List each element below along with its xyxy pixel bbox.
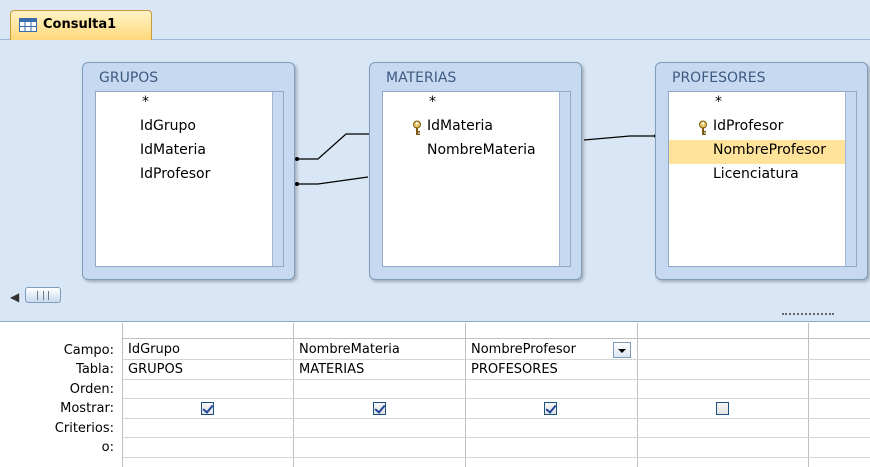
tabla-cell[interactable]: PROFESORES bbox=[466, 360, 636, 380]
row-label-tabla: Tabla: bbox=[76, 362, 114, 377]
scroll-left-icon[interactable]: ◀ bbox=[10, 290, 19, 304]
tabla-cell[interactable]: GRUPOS bbox=[123, 360, 293, 380]
query-icon bbox=[19, 18, 37, 32]
field-list: * IdMateria NombreMateria bbox=[382, 91, 571, 267]
row-label-campo: Campo: bbox=[63, 343, 114, 358]
field-list-scrollbar[interactable] bbox=[272, 92, 283, 266]
tab-label: Consulta1 bbox=[43, 17, 117, 32]
join-line-materias-profesores bbox=[583, 135, 656, 141]
field-idgrupo[interactable]: IdGrupo bbox=[96, 116, 272, 140]
tabla-cell[interactable]: MATERIAS bbox=[294, 360, 464, 380]
field-idmateria[interactable]: IdMateria bbox=[383, 116, 559, 140]
column-selector-bar[interactable] bbox=[122, 323, 870, 339]
mostrar-checkbox[interactable] bbox=[201, 402, 214, 415]
table-profesores[interactable]: PROFESORES * IdProfesor NombreProfesor L… bbox=[655, 62, 868, 280]
design-hscrollbar[interactable]: ◀ bbox=[0, 284, 870, 308]
table-materias[interactable]: MATERIAS * IdMateria NombreMateria bbox=[369, 62, 582, 280]
campo-cell[interactable]: NombreMateria bbox=[294, 340, 464, 360]
field-list-scrollbar[interactable] bbox=[845, 92, 856, 266]
field-all[interactable]: * bbox=[669, 92, 845, 116]
table-title: GRUPOS bbox=[99, 70, 159, 86]
table-grupos[interactable]: GRUPOS * IdGrupo IdMateria IdProfesor bbox=[82, 62, 295, 280]
field-idprofesor[interactable]: IdProfesor bbox=[669, 116, 845, 140]
tab-strip: Consulta1 bbox=[0, 0, 870, 40]
field-label: IdMateria bbox=[427, 118, 494, 134]
row-label-o: o: bbox=[101, 440, 114, 455]
field-list-scrollbar[interactable] bbox=[559, 92, 570, 266]
pane-splitter[interactable] bbox=[0, 308, 870, 322]
field-list: * IdGrupo IdMateria IdProfesor bbox=[95, 91, 284, 267]
join-line-materia bbox=[297, 133, 371, 160]
primary-key-icon bbox=[413, 120, 421, 135]
tabla-cell[interactable] bbox=[638, 360, 808, 380]
table-title: PROFESORES bbox=[672, 70, 766, 86]
mostrar-checkbox[interactable] bbox=[716, 402, 729, 415]
query-design-area: GRUPOS * IdGrupo IdMateria IdProfesor MA… bbox=[0, 40, 870, 284]
field-nombreprofesor[interactable]: NombreProfesor bbox=[669, 140, 845, 164]
field-list: * IdProfesor NombreProfesor Licenciatura bbox=[668, 91, 857, 267]
row-label-orden: Orden: bbox=[69, 382, 114, 397]
mostrar-checkbox[interactable] bbox=[544, 402, 557, 415]
field-licenciatura[interactable]: Licenciatura bbox=[669, 164, 845, 188]
row-label-criterios: Criterios: bbox=[54, 421, 114, 436]
field-idmateria[interactable]: IdMateria bbox=[96, 140, 272, 164]
mostrar-checkbox[interactable] bbox=[373, 402, 386, 415]
campo-cell[interactable]: NombreProfesor bbox=[466, 340, 606, 360]
row-label-mostrar: Mostrar: bbox=[60, 401, 114, 416]
join-line-profesor bbox=[297, 176, 369, 185]
primary-key-icon bbox=[699, 120, 707, 135]
field-idprofesor[interactable]: IdProfesor bbox=[96, 164, 272, 188]
splitter-grip-icon[interactable] bbox=[782, 313, 834, 317]
campo-dropdown-button[interactable] bbox=[613, 342, 631, 358]
field-all[interactable]: * bbox=[96, 92, 272, 116]
campo-cell[interactable] bbox=[638, 340, 808, 360]
field-all[interactable]: * bbox=[383, 92, 559, 116]
table-title: MATERIAS bbox=[386, 70, 457, 86]
scroll-thumb[interactable] bbox=[25, 287, 61, 303]
tab-consulta1[interactable]: Consulta1 bbox=[10, 10, 152, 40]
campo-cell[interactable]: IdGrupo bbox=[123, 340, 293, 360]
field-nombremateria[interactable]: NombreMateria bbox=[383, 140, 559, 164]
field-label: IdProfesor bbox=[713, 118, 784, 134]
query-grid: Campo: Tabla: Orden: Mostrar: Criterios:… bbox=[0, 323, 870, 467]
